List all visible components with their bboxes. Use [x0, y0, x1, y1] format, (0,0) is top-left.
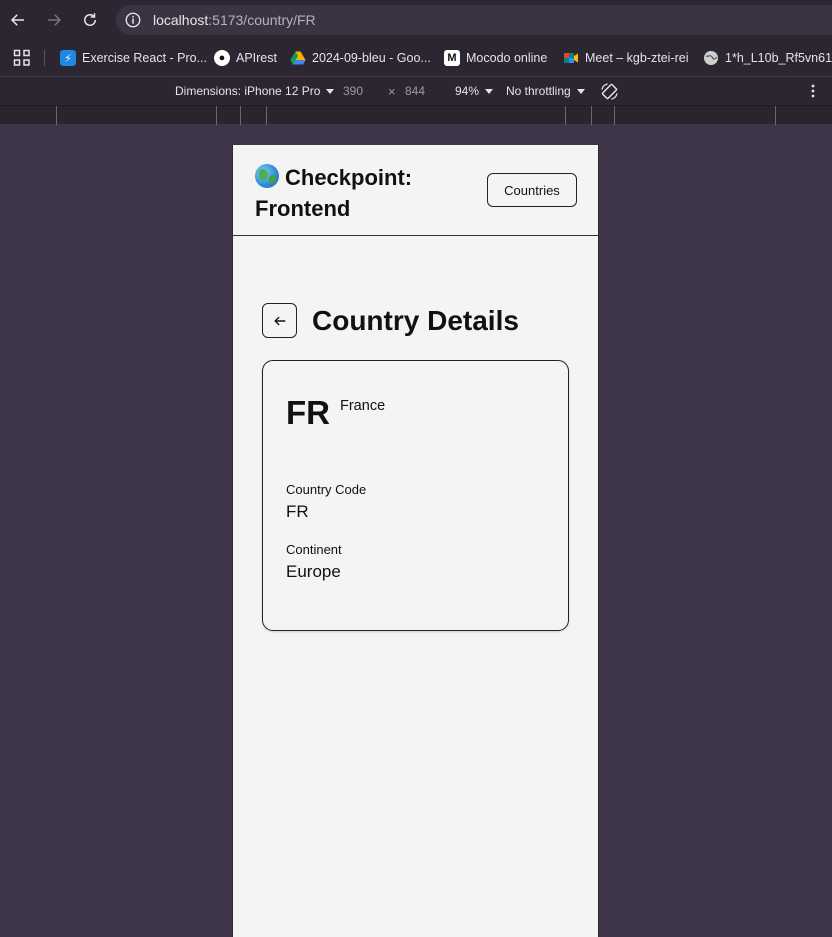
- ruler-tick: [266, 106, 267, 125]
- country-code-heading: FR: [286, 394, 330, 431]
- country-name: France: [340, 398, 386, 414]
- google-meet-icon: [563, 50, 579, 66]
- bookmark-separator: [44, 50, 45, 66]
- back-button[interactable]: [262, 303, 297, 338]
- app-header: Checkpoint: Frontend Countries: [233, 145, 598, 236]
- bookmark-mocodo[interactable]: M Mocodo online: [444, 49, 547, 67]
- bookmark-apirest[interactable]: ● APIrest: [214, 49, 277, 67]
- github-icon: ●: [214, 50, 230, 66]
- bookmarks-bar: ⚡ Exercise React - Pro... ● APIrest 2024…: [0, 40, 832, 76]
- viewport-height-input[interactable]: 844: [405, 84, 425, 98]
- chevron-down-icon: [326, 88, 335, 94]
- device-dimensions-select[interactable]: Dimensions: iPhone 12 Pro: [175, 84, 335, 98]
- site-info-icon[interactable]: [124, 11, 142, 29]
- country-code-value: FR: [286, 502, 309, 521]
- bookmark-google-meet[interactable]: Meet – kgb-ztei-rei: [563, 49, 689, 67]
- url-text: localhost:5173/country/FR: [153, 12, 316, 28]
- country-card: FR France Country Code FR Continent Euro…: [262, 360, 569, 631]
- ruler-tick: [591, 106, 592, 125]
- ruler-tick: [240, 106, 241, 125]
- ruler-tick: [565, 106, 566, 125]
- back-arrow-icon[interactable]: [6, 8, 30, 32]
- country-code-label: Country Code: [286, 482, 367, 497]
- device-viewport: Checkpoint: Frontend Countries Country D…: [232, 145, 599, 937]
- viewport-width-input[interactable]: 390: [343, 84, 363, 98]
- bookmark-exercise-react[interactable]: ⚡ Exercise React - Pro...: [60, 49, 207, 67]
- rotate-device-icon[interactable]: [600, 82, 619, 101]
- continent-label: Continent: [286, 542, 342, 557]
- ruler-tick: [216, 106, 217, 125]
- apps-grid-icon[interactable]: [13, 49, 31, 67]
- globe-icon: [703, 50, 719, 66]
- browser-toolbar: localhost:5173/country/FR: [0, 0, 832, 40]
- forward-arrow-icon[interactable]: [42, 8, 66, 32]
- arrow-left-icon: [273, 316, 285, 325]
- ruler-tick: [775, 106, 776, 125]
- chevron-down-icon: [485, 88, 494, 94]
- bolt-icon: ⚡: [60, 50, 76, 66]
- continent-value: Europe: [286, 562, 341, 581]
- media-query-ruler: [0, 105, 832, 125]
- throttling-select[interactable]: No throttling: [506, 84, 585, 98]
- device-toolbar: Dimensions: iPhone 12 Pro 390 × 844 94% …: [0, 76, 832, 105]
- chevron-down-icon: [576, 88, 585, 94]
- ruler-tick: [614, 106, 615, 125]
- zoom-select[interactable]: 94%: [455, 84, 494, 98]
- mocodo-icon: M: [444, 50, 460, 66]
- dimension-times-symbol: ×: [388, 84, 396, 99]
- app-brand[interactable]: Checkpoint: Frontend: [255, 162, 445, 224]
- ruler-tick: [56, 106, 57, 125]
- more-options-icon[interactable]: [805, 83, 821, 99]
- countries-button[interactable]: Countries: [487, 173, 577, 207]
- globe-icon: [255, 164, 279, 188]
- bookmark-google-drive[interactable]: 2024-09-bleu - Goo...: [290, 49, 431, 67]
- address-bar[interactable]: localhost:5173/country/FR: [116, 5, 832, 35]
- google-drive-icon: [290, 50, 306, 66]
- reload-icon[interactable]: [78, 8, 102, 32]
- page-title: Country Details: [312, 305, 519, 336]
- bookmark-medium-image[interactable]: 1*h_L10b_Rf5vn610...: [703, 49, 832, 67]
